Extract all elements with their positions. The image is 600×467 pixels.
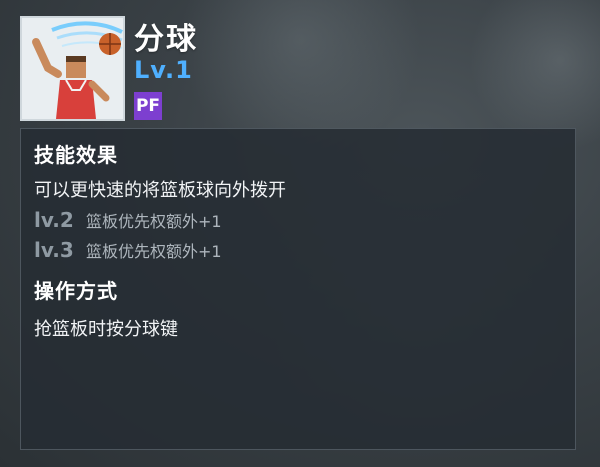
upgrade-row: lv.2 篮板优先权额外+1 — [34, 207, 222, 233]
position-badge: PF — [134, 92, 162, 120]
operation-description: 抢篮板时按分球键 — [34, 319, 178, 340]
skill-detail-panel: 技能效果 可以更快速的将篮板球向外拨开 lv.2 篮板优先权额外+1 lv.3 … — [20, 128, 576, 450]
skill-level: Lv.1 — [134, 56, 193, 84]
upgrade-description: 篮板优先权额外+1 — [86, 242, 222, 261]
skill-name: 分球 — [134, 22, 198, 57]
effect-heading: 技能效果 — [34, 143, 118, 167]
skill-thumbnail-icon — [20, 16, 125, 121]
upgrade-description: 篮板优先权额外+1 — [86, 212, 222, 231]
skill-header: 分球 Lv.1 PF — [0, 0, 600, 128]
upgrade-row: lv.3 篮板优先权额外+1 — [34, 237, 222, 263]
effect-description: 可以更快速的将篮板球向外拨开 — [34, 180, 286, 201]
operation-heading: 操作方式 — [34, 279, 118, 303]
upgrade-level-label: lv.3 — [34, 238, 74, 262]
upgrade-level-label: lv.2 — [34, 208, 74, 232]
